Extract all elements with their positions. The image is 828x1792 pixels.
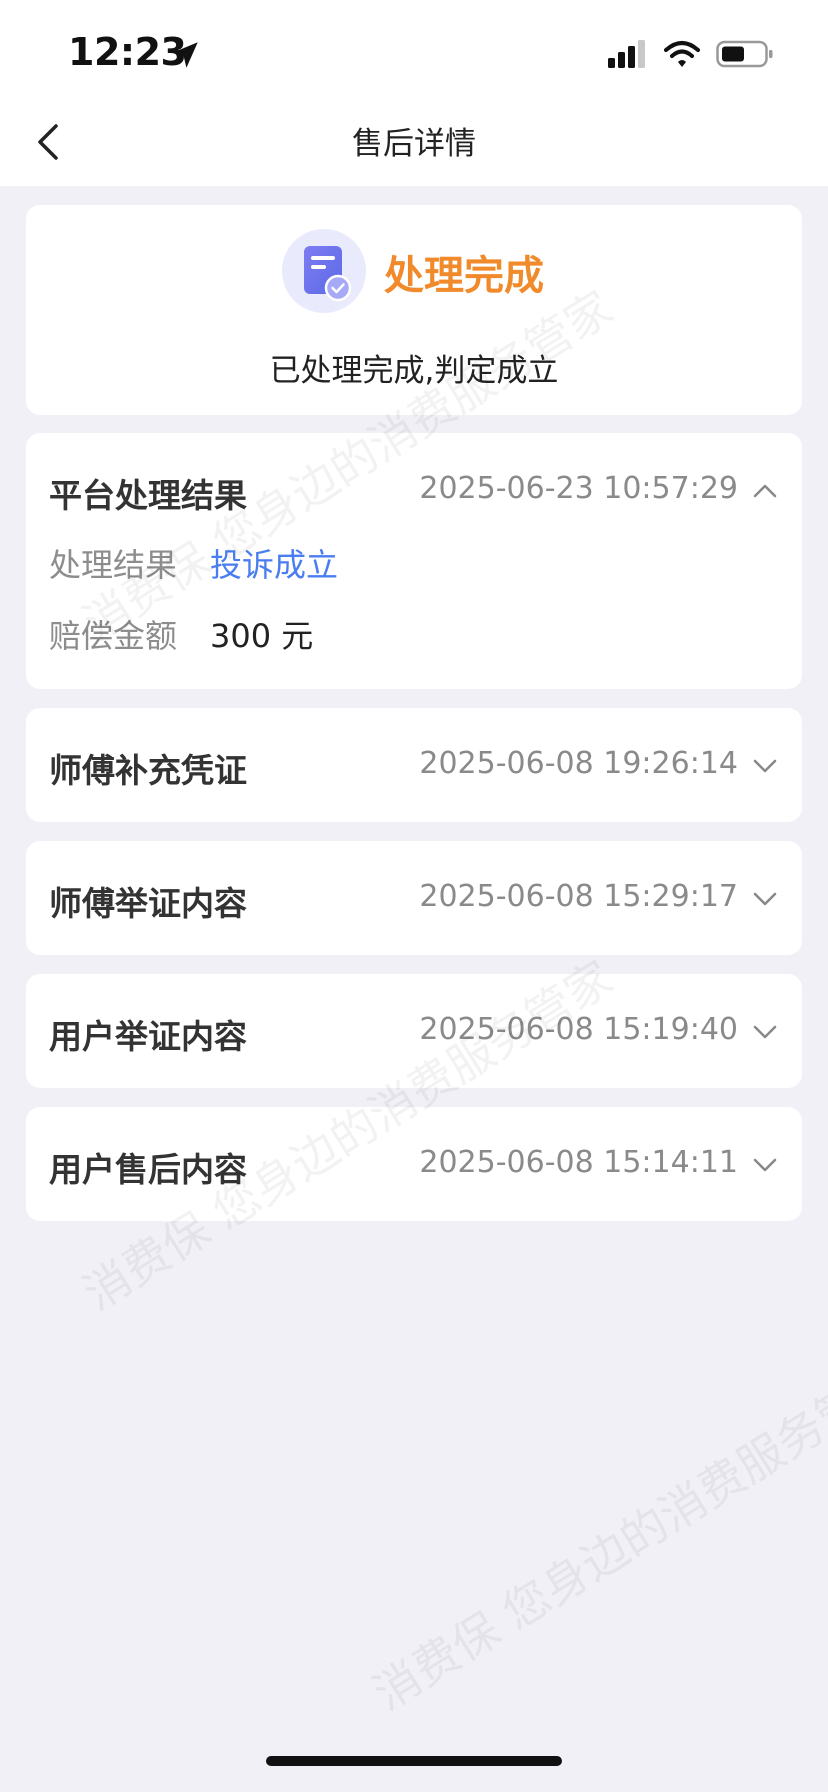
- section-time: 2025-06-08 15:19:40: [419, 1012, 738, 1047]
- result-label: 处理结果: [49, 546, 178, 584]
- section-title: 用户售后内容: [49, 1150, 247, 1189]
- section-user-aftersale[interactable]: 用户售后内容 2025-06-08 15:14:11: [26, 1107, 802, 1221]
- chevron-down-icon[interactable]: [752, 891, 778, 907]
- chevron-down-icon[interactable]: [752, 1024, 778, 1040]
- location-arrow-icon: [172, 42, 198, 68]
- compensation-value: 300 元: [210, 617, 314, 655]
- section-time: 2025-06-08 15:14:11: [419, 1145, 738, 1180]
- status-description: 已处理完成,判定成立: [269, 353, 559, 389]
- cellular-signal-icon: [608, 40, 645, 68]
- status-icons: [608, 40, 774, 68]
- section-title: 平台处理结果: [49, 476, 247, 515]
- chevron-down-icon[interactable]: [752, 1157, 778, 1173]
- section-title: 用户举证内容: [49, 1017, 247, 1056]
- chevron-down-icon[interactable]: [752, 758, 778, 774]
- section-title: 师傅举证内容: [49, 884, 247, 923]
- battery-icon: [716, 40, 773, 68]
- top-bar: 12:23 售后详情: [0, 0, 828, 186]
- section-user-evidence[interactable]: 用户举证内容 2025-06-08 15:19:40: [26, 974, 802, 1088]
- chevron-up-icon[interactable]: [752, 483, 778, 499]
- result-value: 投诉成立: [210, 546, 339, 584]
- section-time: 2025-06-08 15:29:17: [419, 879, 738, 914]
- home-indicator[interactable]: [266, 1756, 562, 1766]
- wifi-icon: [664, 41, 700, 67]
- section-title: 师傅补充凭证: [49, 751, 247, 790]
- section-master-evidence[interactable]: 师傅举证内容 2025-06-08 15:29:17: [26, 841, 802, 955]
- platform-result-card[interactable]: 平台处理结果 2025-06-23 10:57:29 处理结果 投诉成立 赔偿金…: [26, 433, 802, 689]
- page-title: 售后详情: [352, 126, 476, 162]
- compensation-label: 赔偿金额: [49, 617, 178, 655]
- status-card: 处理完成 已处理完成,判定成立: [26, 205, 802, 415]
- watermark: 消费保 您身边的消费服务管家: [363, 1350, 828, 1721]
- section-master-supplement[interactable]: 师傅补充凭证 2025-06-08 19:26:14: [26, 708, 802, 822]
- document-check-icon: [282, 229, 366, 313]
- section-time: 2025-06-08 19:26:14: [419, 746, 738, 781]
- section-time: 2025-06-23 10:57:29: [419, 471, 738, 506]
- status-title: 处理完成: [384, 253, 544, 299]
